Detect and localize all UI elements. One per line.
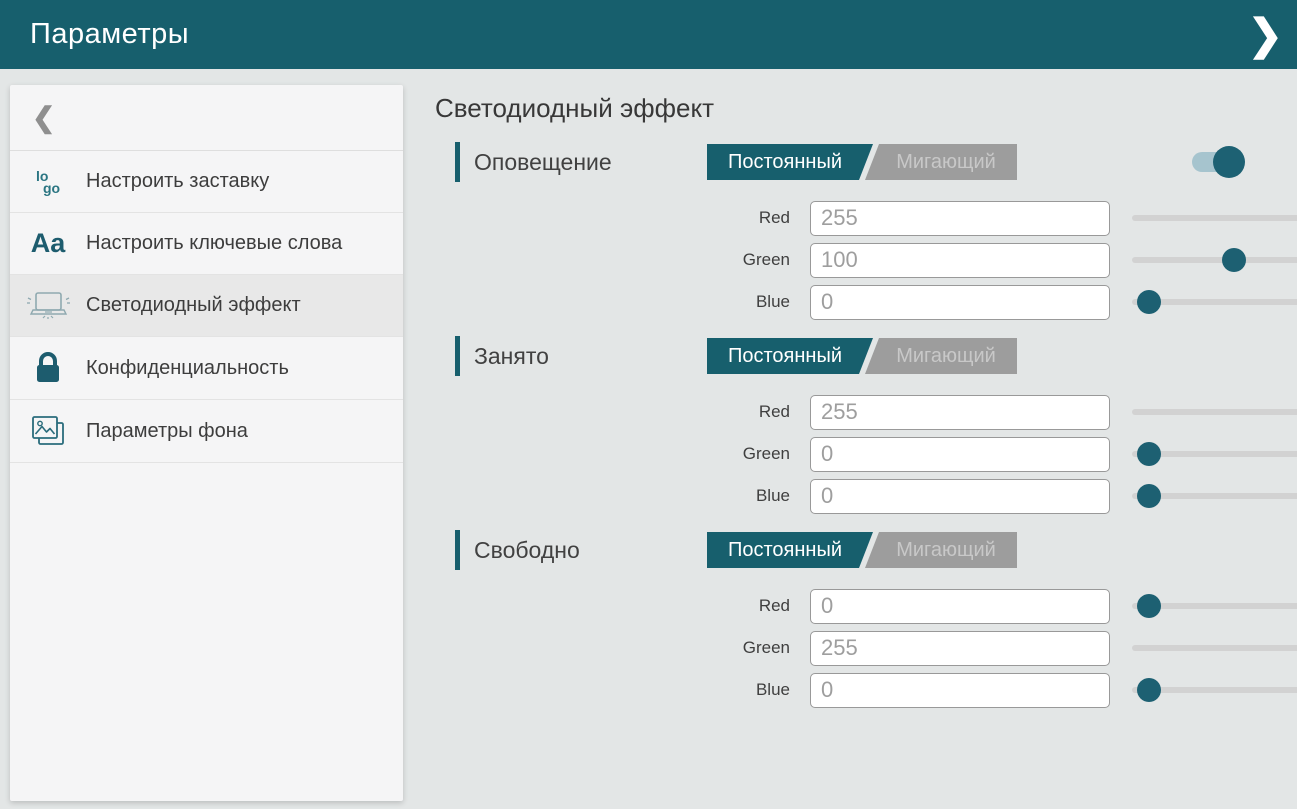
channel-row-red: Red: [435, 394, 1255, 430]
section-title: Оповещение: [474, 149, 612, 176]
section-free: Свободно Постоянный Мигающий Red Green: [435, 526, 1255, 708]
mode-toggle: Постоянный Мигающий: [707, 144, 1017, 180]
channel-row-blue: Blue: [435, 284, 1255, 320]
green-slider[interactable]: [1132, 436, 1297, 472]
blue-slider[interactable]: [1132, 284, 1297, 320]
channel-label: Blue: [435, 680, 790, 700]
mode-toggle: Постоянный Мигающий: [707, 532, 1017, 568]
channel-label: Red: [435, 596, 790, 616]
red-slider[interactable]: [1132, 200, 1297, 236]
blue-value-input[interactable]: [810, 673, 1110, 708]
channel-row-green: Green: [435, 242, 1255, 278]
sidebar-item-screensaver[interactable]: logo Настроить заставку: [10, 151, 403, 213]
slider-thumb[interactable]: [1137, 484, 1161, 508]
led-effect-panel: Светодиодный эффект Оповещение Постоянны…: [435, 85, 1255, 720]
section-title: Занято: [474, 343, 549, 370]
page-title: Параметры: [30, 18, 189, 51]
title-bar: Параметры ❯: [0, 0, 1297, 69]
channel-row-blue: Blue: [435, 478, 1255, 514]
sidebar-item-background[interactable]: Параметры фона: [10, 400, 403, 463]
red-value-input[interactable]: [810, 589, 1110, 624]
green-value-input[interactable]: [810, 437, 1110, 472]
red-slider[interactable]: [1132, 588, 1297, 624]
channel-label: Red: [435, 402, 790, 422]
notification-enabled-switch[interactable]: [1192, 152, 1244, 172]
blue-value-input[interactable]: [810, 285, 1110, 320]
channel-label: Blue: [435, 486, 790, 506]
channel-label: Green: [435, 638, 790, 658]
slider-thumb[interactable]: [1222, 248, 1246, 272]
led-display-icon: [10, 290, 86, 322]
section-title: Свободно: [474, 537, 580, 564]
red-value-input[interactable]: [810, 201, 1110, 236]
switch-knob: [1213, 146, 1245, 178]
channel-label: Blue: [435, 292, 790, 312]
green-value-input[interactable]: [810, 243, 1110, 278]
section-accent-bar: [455, 336, 460, 376]
red-value-input[interactable]: [810, 395, 1110, 430]
blue-slider[interactable]: [1132, 672, 1297, 708]
section-accent-bar: [455, 530, 460, 570]
channel-row-red: Red: [435, 200, 1255, 236]
sidebar-item-label: Настроить заставку: [86, 168, 275, 195]
channel-row-red: Red: [435, 588, 1255, 624]
green-value-input[interactable]: [810, 631, 1110, 666]
mode-toggle: Постоянный Мигающий: [707, 338, 1017, 374]
slider-thumb[interactable]: [1137, 594, 1161, 618]
settings-sidebar: ❮ logo Настроить заставку Aa Настроить к…: [10, 85, 403, 801]
mode-blinking-button[interactable]: Мигающий: [865, 338, 1017, 374]
channel-row-green: Green: [435, 436, 1255, 472]
channel-label: Green: [435, 250, 790, 270]
blue-slider[interactable]: [1132, 478, 1297, 514]
channel-label: Red: [435, 208, 790, 228]
sidebar-item-privacy[interactable]: Конфиденциальность: [10, 337, 403, 400]
sidebar-item-keywords[interactable]: Aa Настроить ключевые слова: [10, 213, 403, 275]
section-accent-bar: [455, 142, 460, 182]
keywords-icon: Aa: [10, 230, 86, 257]
sidebar-item-label: Конфиденциальность: [86, 355, 295, 382]
sidebar-item-label: Светодиодный эффект: [86, 292, 307, 319]
section-notification: Оповещение Постоянный Мигающий Red Green: [435, 138, 1255, 320]
logo-icon: logo: [10, 170, 86, 194]
section-busy: Занято Постоянный Мигающий Red Green: [435, 332, 1255, 514]
mode-blinking-button[interactable]: Мигающий: [865, 532, 1017, 568]
panel-title: Светодиодный эффект: [435, 93, 1255, 124]
background-images-icon: [10, 414, 86, 448]
mode-constant-button[interactable]: Постоянный: [707, 144, 873, 180]
sidebar-item-label: Параметры фона: [86, 418, 254, 445]
green-slider[interactable]: [1132, 242, 1297, 278]
slider-thumb[interactable]: [1137, 442, 1161, 466]
back-chevron-icon: ❮: [32, 101, 55, 134]
channel-row-green: Green: [435, 630, 1255, 666]
mode-constant-button[interactable]: Постоянный: [707, 532, 873, 568]
mode-constant-button[interactable]: Постоянный: [707, 338, 873, 374]
sidebar-item-label: Настроить ключевые слова: [86, 230, 348, 257]
green-slider[interactable]: [1132, 630, 1297, 666]
blue-value-input[interactable]: [810, 479, 1110, 514]
channel-label: Green: [435, 444, 790, 464]
red-slider[interactable]: [1132, 394, 1297, 430]
slider-thumb[interactable]: [1137, 678, 1161, 702]
sidebar-back-button[interactable]: ❮: [10, 85, 403, 151]
forward-chevron-icon[interactable]: ❯: [1248, 14, 1283, 56]
mode-blinking-button[interactable]: Мигающий: [865, 144, 1017, 180]
channel-row-blue: Blue: [435, 672, 1255, 708]
lock-icon: [10, 351, 86, 385]
slider-thumb[interactable]: [1137, 290, 1161, 314]
sidebar-item-led-effect[interactable]: Светодиодный эффект: [10, 275, 403, 337]
